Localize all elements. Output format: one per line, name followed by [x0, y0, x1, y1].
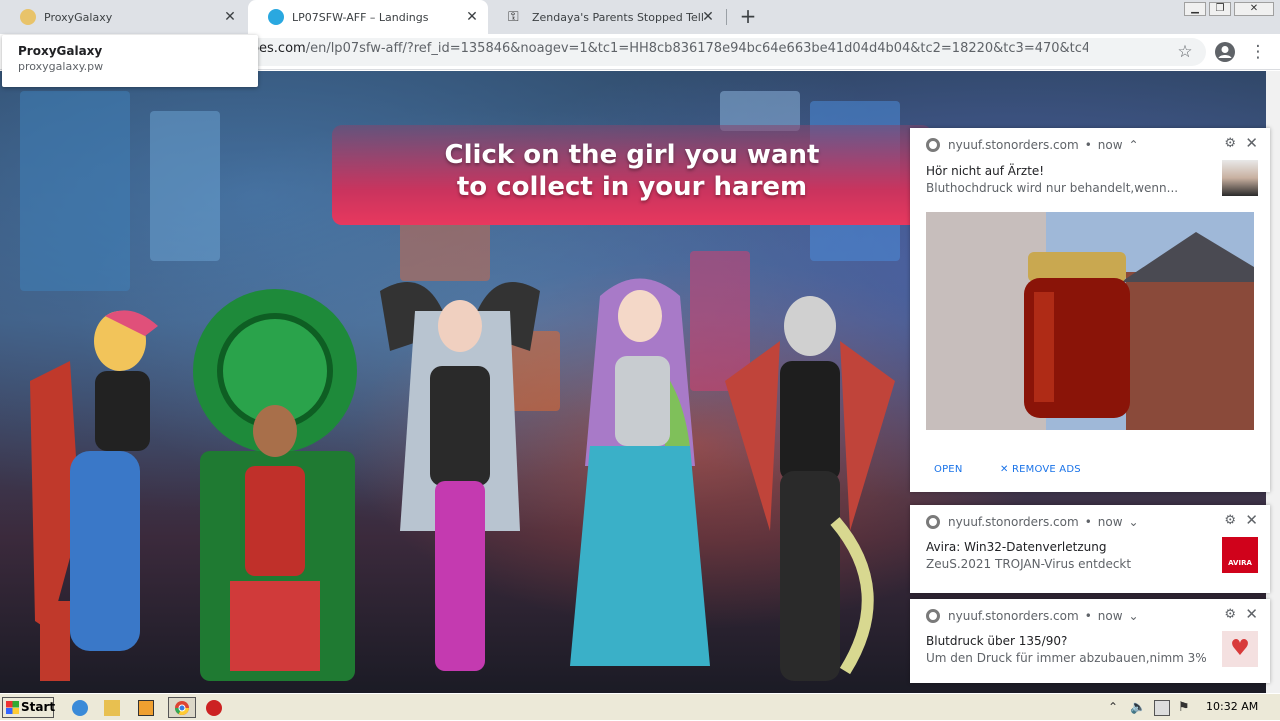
hover-card-title: ProxyGalaxy [18, 44, 103, 58]
remove-ads-label: REMOVE ADS [1011, 464, 1081, 475]
maximize-button[interactable]: ❐ [1209, 2, 1231, 16]
tab-zendaya[interactable]: ⚿ Zendaya's Parents Stopped Telling H ✕ [488, 0, 724, 34]
close-icon: ✕ [1000, 464, 1012, 475]
notification-title: Hör nicht auf Ärzte! [926, 164, 1045, 178]
close-tab-icon[interactable]: ✕ [700, 9, 716, 25]
girl-character-5[interactable] [725, 271, 895, 691]
notification-title: Avira: Win32-Datenverletzung [926, 540, 1107, 554]
flag-icon[interactable]: ⚑ [1178, 700, 1194, 716]
girl-character-3[interactable] [370, 271, 550, 691]
close-icon[interactable]: ✕ [1245, 605, 1258, 623]
doctor-thumbnail [1222, 160, 1258, 196]
url-path: /en/lp07sfw-aff/?ref_id=135846&noagev=1&… [305, 41, 1088, 56]
settings-gear-icon[interactable]: ⚙ [1224, 136, 1236, 151]
url-text[interactable]: ng.hentaiheroes.com/en/lp07sfw-aff/?ref_… [168, 41, 1088, 56]
tab-landings[interactable]: LP07SFW-AFF – Landings ✕ [248, 0, 488, 34]
close-icon[interactable]: ✕ [1245, 511, 1258, 529]
banner-line-2: to collect in your harem [456, 172, 808, 202]
windows-flag-icon [6, 701, 19, 714]
close-tab-icon[interactable]: ✕ [222, 9, 238, 25]
notification-source: nyuuf.stonorders.com [948, 609, 1079, 623]
notification-source: nyuuf.stonorders.com [948, 138, 1079, 152]
avira-logo-icon: AVIRA [1222, 537, 1258, 573]
clock[interactable]: 10:32 AM [1206, 700, 1258, 713]
close-tab-icon[interactable]: ✕ [464, 9, 480, 25]
new-tab-button[interactable]: + [736, 5, 760, 29]
notification-2[interactable]: nyuuf.stonorders.com • now ⌄ ⚙ ✕ Avira: … [910, 505, 1270, 593]
banner-line-1: Click on the girl you want [444, 140, 820, 170]
media-player-icon[interactable] [138, 700, 154, 716]
key-icon: ⚿ [508, 9, 519, 25]
windows-taskbar: Start ⌃ 🔈 ⚑ 10:32 AM [0, 693, 1280, 720]
remove-ads-button[interactable]: ✕ REMOVE ADS [1000, 464, 1081, 475]
background-sign [20, 91, 130, 291]
notification-title: Blutdruck über 135/90? [926, 634, 1068, 648]
separator-dot: • [1084, 609, 1092, 623]
tab-hover-card: ProxyGalaxy proxygalaxy.pw [2, 35, 258, 87]
expand-chevron-icon[interactable]: ⌄ [1129, 609, 1139, 623]
minimize-button[interactable]: ▁ [1184, 2, 1206, 16]
notification-body: Um den Druck für immer abzubauen,nimm 3% [926, 651, 1207, 665]
tab-title: ProxyGalaxy [44, 10, 113, 24]
start-button[interactable]: Start [2, 697, 56, 718]
tab-separator [726, 9, 727, 25]
tab-title: LP07SFW-AFF – Landings [292, 10, 429, 24]
notification-body: ZeuS.2021 TROJAN-Virus entdeckt [926, 557, 1132, 571]
notification-header: nyuuf.stonorders.com • now ⌄ [926, 609, 1139, 623]
hentaiheroes-favicon-icon [268, 9, 284, 25]
volume-icon[interactable]: 🔈 [1130, 700, 1146, 716]
start-label: Start [21, 700, 56, 714]
notification-image-jar [926, 212, 1254, 430]
notification-header: nyuuf.stonorders.com • now ⌃ [926, 138, 1139, 152]
chrome-icon [175, 701, 189, 715]
open-button[interactable]: OPEN [934, 464, 963, 475]
profile-avatar-icon[interactable] [1214, 41, 1236, 63]
notification-body: Bluthochdruck wird nur behandelt,wenn... [926, 181, 1179, 195]
menu-kebab-icon[interactable]: ⋮ [1247, 41, 1269, 63]
tab-strip: ProxyGalaxy ✕ LP07SFW-AFF – Landings ✕ ⚿… [0, 0, 1280, 34]
expand-chevron-icon[interactable]: ⌄ [1129, 515, 1139, 529]
banner-text: Click on the girl you want to collect in… [332, 139, 932, 203]
stop-icon[interactable] [206, 700, 222, 716]
chrome-icon [926, 609, 940, 623]
tray-expand-icon[interactable]: ⌃ [1108, 700, 1124, 716]
proxygalaxy-favicon-icon [20, 9, 36, 25]
settings-gear-icon[interactable]: ⚙ [1224, 513, 1236, 528]
bookmark-star-icon[interactable]: ☆ [1174, 41, 1196, 63]
internet-explorer-icon[interactable] [72, 700, 88, 716]
notification-time: now [1097, 138, 1123, 152]
hover-card-domain: proxygalaxy.pw [18, 60, 104, 73]
notification-source: nyuuf.stonorders.com [948, 515, 1079, 529]
close-window-button[interactable]: ✕ [1234, 2, 1274, 16]
tab-title: Zendaya's Parents Stopped Telling H [532, 10, 704, 24]
separator-dot: • [1084, 138, 1092, 152]
background-sign [150, 111, 220, 261]
girl-character-4[interactable] [560, 266, 720, 691]
heart-thumbnail-icon: ♥ [1222, 631, 1258, 667]
chrome-taskbar-button[interactable] [168, 697, 196, 718]
close-icon[interactable]: ✕ [1245, 134, 1258, 152]
banner: Click on the girl you want to collect in… [332, 125, 932, 225]
notification-3[interactable]: nyuuf.stonorders.com • now ⌄ ⚙ ✕ Blutdru… [910, 599, 1270, 683]
notification-1[interactable]: nyuuf.stonorders.com • now ⌃ ⚙ ✕ Hör nic… [910, 128, 1270, 492]
folder-icon[interactable] [104, 700, 120, 716]
notification-time: now [1097, 609, 1123, 623]
collapse-chevron-icon[interactable]: ⌃ [1129, 138, 1139, 152]
chrome-icon [926, 138, 940, 152]
network-icon[interactable] [1154, 700, 1170, 716]
settings-gear-icon[interactable]: ⚙ [1224, 607, 1236, 622]
girl-character-2[interactable] [190, 281, 365, 681]
tab-proxygalaxy[interactable]: ProxyGalaxy ✕ [0, 0, 246, 34]
girl-character-1[interactable] [10, 301, 170, 686]
separator-dot: • [1084, 515, 1092, 529]
chrome-icon [926, 515, 940, 529]
notification-time: now [1097, 515, 1123, 529]
notification-header: nyuuf.stonorders.com • now ⌄ [926, 515, 1139, 529]
